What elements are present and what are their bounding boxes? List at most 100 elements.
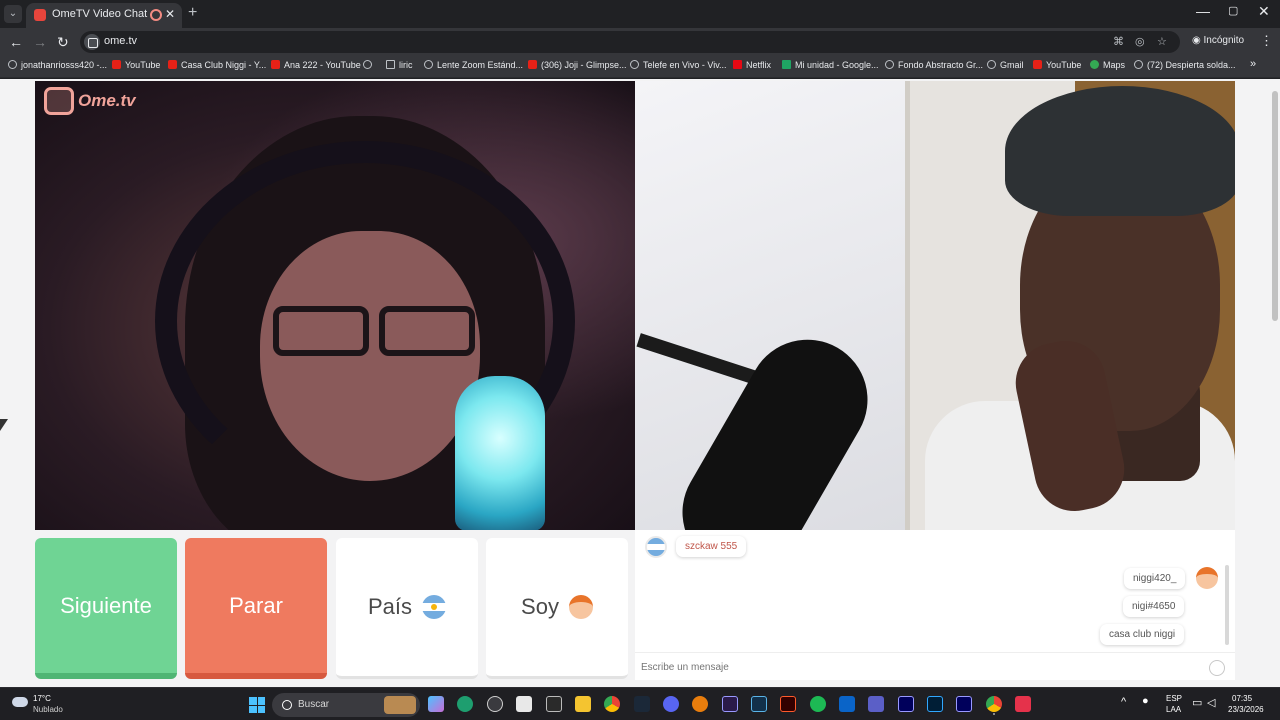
bookmark-item[interactable]: Casa Club Niggi - Y... [168,60,266,74]
emoji-icon[interactable] [1209,660,1225,676]
bookmark-item[interactable]: Fondo Abstracto Gr... [885,60,983,74]
incognito-badge[interactable]: ◉ Incógnito [1192,35,1244,46]
chat-input-bar [635,652,1235,680]
video-figure [455,376,545,530]
file-explorer-icon[interactable] [575,696,591,712]
keyboard-layout[interactable]: LAA [1166,705,1181,714]
bookmark-item[interactable]: YouTube [1033,60,1081,74]
url-text: ome.tv [104,35,138,47]
cloud-icon[interactable] [12,697,28,707]
teams-icon[interactable] [868,696,884,712]
bookmark-item[interactable]: Ana 222 - YouTube [271,60,361,74]
bookmark-item[interactable]: (306) Joji - Glimpse... [528,60,627,74]
chat-scrollbar[interactable] [1225,565,1229,645]
blender-icon[interactable] [692,696,708,712]
after-effects-icon[interactable] [956,696,972,712]
gender-label: Soy [521,594,559,619]
clock-date[interactable]: 23/3/2026 [1228,705,1264,714]
chrome-active-icon[interactable] [986,696,1002,712]
minimize-button[interactable]: — [1196,3,1210,19]
search-highlight-image [384,696,416,714]
network-icon[interactable]: ▭ [1192,696,1202,709]
back-button[interactable]: ← [9,34,23,50]
edge-icon[interactable] [457,696,473,712]
boy-avatar-icon [568,595,593,619]
capcut-icon[interactable] [751,696,767,712]
maps-icon [1090,60,1099,69]
page-scrollbar[interactable] [1270,79,1280,687]
copilot-icon[interactable] [428,696,444,712]
windows-start-icon[interactable] [249,697,265,713]
globe-icon [363,60,372,69]
tab-ometv[interactable]: OmeTV Video Chat — Ome ✕ [26,3,182,28]
windows-taskbar: 17°C Nublado Buscar ^ ● ESP LAA ▭ ◁ 07:3… [0,687,1280,720]
stop-button[interactable]: Parar [185,538,327,679]
bookmark-item[interactable]: Gmail [987,60,1024,74]
outlook-icon[interactable] [839,696,855,712]
bookmark-item[interactable]: Mi unidad - Google... [782,60,879,74]
bookmark-item[interactable]: jonathanriosss420 -... [8,60,107,74]
address-bar[interactable]: ome.tv ⌘ ◎ ☆ [80,31,1180,53]
netflix-icon [733,60,742,69]
chat-input[interactable] [641,659,1201,675]
premiere-icon[interactable] [898,696,914,712]
site-info-icon[interactable] [84,34,100,50]
discord-icon[interactable] [663,696,679,712]
bookmark-item[interactable]: (72) Despierta solda... [1134,60,1236,74]
maximize-button[interactable]: ▢ [1228,4,1238,17]
next-button[interactable]: Siguiente [35,538,177,679]
globe-icon [987,60,996,69]
ometv-logo-icon [44,87,74,115]
youtube-icon [8,60,17,69]
clock-time[interactable]: 07:35 [1232,694,1252,703]
illustrator-icon[interactable] [780,696,796,712]
bookmark-star-icon[interactable]: ☆ [1157,35,1167,48]
scrollbar-thumb[interactable] [1272,91,1278,321]
settings-icon[interactable] [487,696,503,712]
chat-message-outgoing: niggi420_ [1124,568,1186,589]
bookmark-item[interactable]: Netflix [733,60,771,74]
app-icon[interactable] [1015,696,1031,712]
ometv-page: Ome.tv Siguiente Parar País Soy szckaw 5… [0,79,1280,687]
store-icon[interactable] [516,696,532,712]
reload-button[interactable]: ↻ [57,34,69,50]
volume-icon[interactable]: ◁ [1207,696,1215,709]
forward-button[interactable]: → [33,34,47,50]
language-indicator[interactable]: ESP [1166,694,1182,703]
microphone-icon[interactable]: ● [1142,695,1149,707]
steam-icon[interactable] [634,696,650,712]
youtube-icon [112,60,121,69]
argentina-flag-icon [422,595,447,619]
gender-button[interactable]: Soy [486,538,628,679]
tray-chevron-icon[interactable]: ^ [1121,696,1126,708]
translate-icon[interactable]: ⌘ [1113,35,1124,48]
new-tab-button[interactable]: + [188,5,197,21]
bookmark-item[interactable]: Lente Zoom Estánd... [424,60,523,74]
bookmark-folder[interactable]: liric [386,60,413,74]
window-close-button[interactable]: ✕ [1258,3,1270,20]
more-bookmarks-icon[interactable]: » [1250,58,1256,72]
photoshop-icon[interactable] [927,696,943,712]
youtube-icon [528,60,537,69]
weather-condition[interactable]: Nublado [33,705,63,714]
tracking-protection-icon[interactable]: ◎ [1135,35,1145,48]
taskbar-search[interactable]: Buscar [272,693,420,717]
tab-close-icon[interactable]: ✕ [165,7,175,21]
media-app-icon[interactable] [546,696,562,712]
globe-icon [1134,60,1143,69]
video-figure [1005,86,1235,216]
tab-search-button[interactable]: ⌄ [4,5,22,23]
bookmark-item[interactable]: YouTube [112,60,160,74]
after-effects-icon[interactable] [722,696,738,712]
bookmark-item[interactable]: Telefe en Vivo - Viv... [630,60,727,74]
globe-icon [630,60,639,69]
bookmark-item[interactable] [363,60,376,74]
country-button[interactable]: País [336,538,478,679]
partner-flag-icon [645,536,667,558]
browser-menu-icon[interactable]: ⋮ [1260,33,1273,49]
chrome-icon[interactable] [604,696,620,712]
weather-temperature[interactable]: 17°C [33,694,51,703]
incognito-label: Incógnito [1203,35,1245,46]
spotify-icon[interactable] [810,696,826,712]
bookmark-item[interactable]: Maps [1090,60,1125,74]
